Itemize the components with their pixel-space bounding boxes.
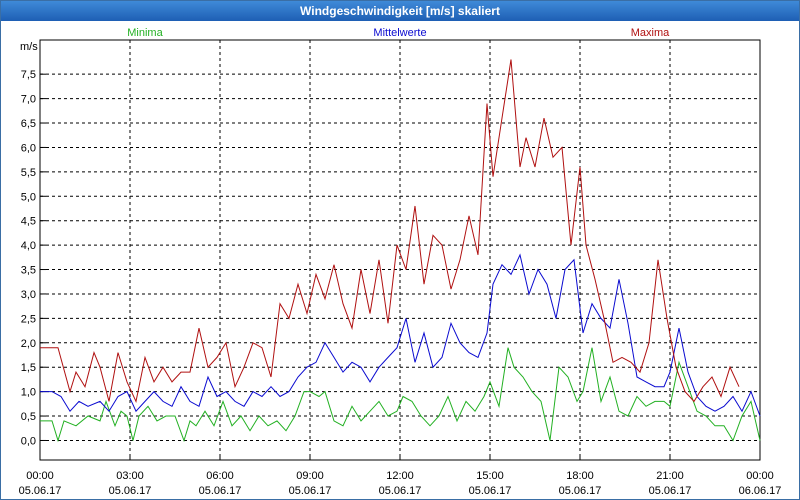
y-tick-label: 1,0 bbox=[21, 387, 36, 399]
y-tick-label: 7,0 bbox=[21, 94, 36, 106]
x-tick-date: 05.06.17 bbox=[199, 485, 242, 497]
y-tick-label: 2,0 bbox=[21, 338, 36, 350]
legend-minima: Minima bbox=[127, 27, 163, 39]
x-tick-date: 05.06.17 bbox=[469, 485, 512, 497]
x-tick-time: 15:00 bbox=[476, 470, 504, 482]
y-tick-label: 7,5 bbox=[21, 69, 36, 81]
x-tick-time: 00:00 bbox=[26, 470, 54, 482]
legend-maxima: Maxima bbox=[631, 27, 670, 39]
x-tick-date: 05.06.17 bbox=[109, 485, 152, 497]
y-tick-label: 5,0 bbox=[21, 191, 36, 203]
x-tick-time: 03:00 bbox=[116, 470, 144, 482]
y-tick-label: 4,5 bbox=[21, 216, 36, 228]
y-tick-label: 3,5 bbox=[21, 265, 36, 277]
y-tick-label: 2,5 bbox=[21, 313, 36, 325]
y-axis-label: m/s bbox=[20, 41, 38, 53]
x-tick-time: 00:00 bbox=[746, 470, 774, 482]
y-tick-label: 4,0 bbox=[21, 240, 36, 252]
x-tick-date: 06.06.17 bbox=[739, 485, 782, 497]
x-tick-date: 05.06.17 bbox=[559, 485, 602, 497]
x-tick-time: 12:00 bbox=[386, 470, 414, 482]
x-tick-time: 18:00 bbox=[566, 470, 594, 482]
x-tick-date: 05.06.17 bbox=[289, 485, 332, 497]
y-tick-label: 0,5 bbox=[21, 411, 36, 423]
legend-mittelwerte: Mittelwerte bbox=[373, 27, 426, 39]
wind-speed-chart: 0,0 0,5 1,0 1,5 2,0 2,5 3,0 3,5 4,0 4,5 5,0 5,5 6,0 6… bbox=[19, 27, 782, 497]
y-tick-label: 0,0 bbox=[21, 435, 36, 447]
x-tick-date: 05.06.17 bbox=[379, 485, 422, 497]
x-tick-date: 05.06.17 bbox=[649, 485, 692, 497]
y-tick-label: 5,5 bbox=[21, 167, 36, 179]
y-tick-label: 3,0 bbox=[21, 289, 36, 301]
x-tick-time: 21:00 bbox=[656, 470, 684, 482]
y-tick-label: 6,0 bbox=[21, 142, 36, 154]
x-tick-date: 05.06.17 bbox=[19, 485, 62, 497]
y-tick-label: 1,5 bbox=[21, 362, 36, 374]
x-tick-time: 06:00 bbox=[206, 470, 234, 482]
y-tick-label: 6,5 bbox=[21, 118, 36, 130]
x-tick-time: 09:00 bbox=[296, 470, 324, 482]
